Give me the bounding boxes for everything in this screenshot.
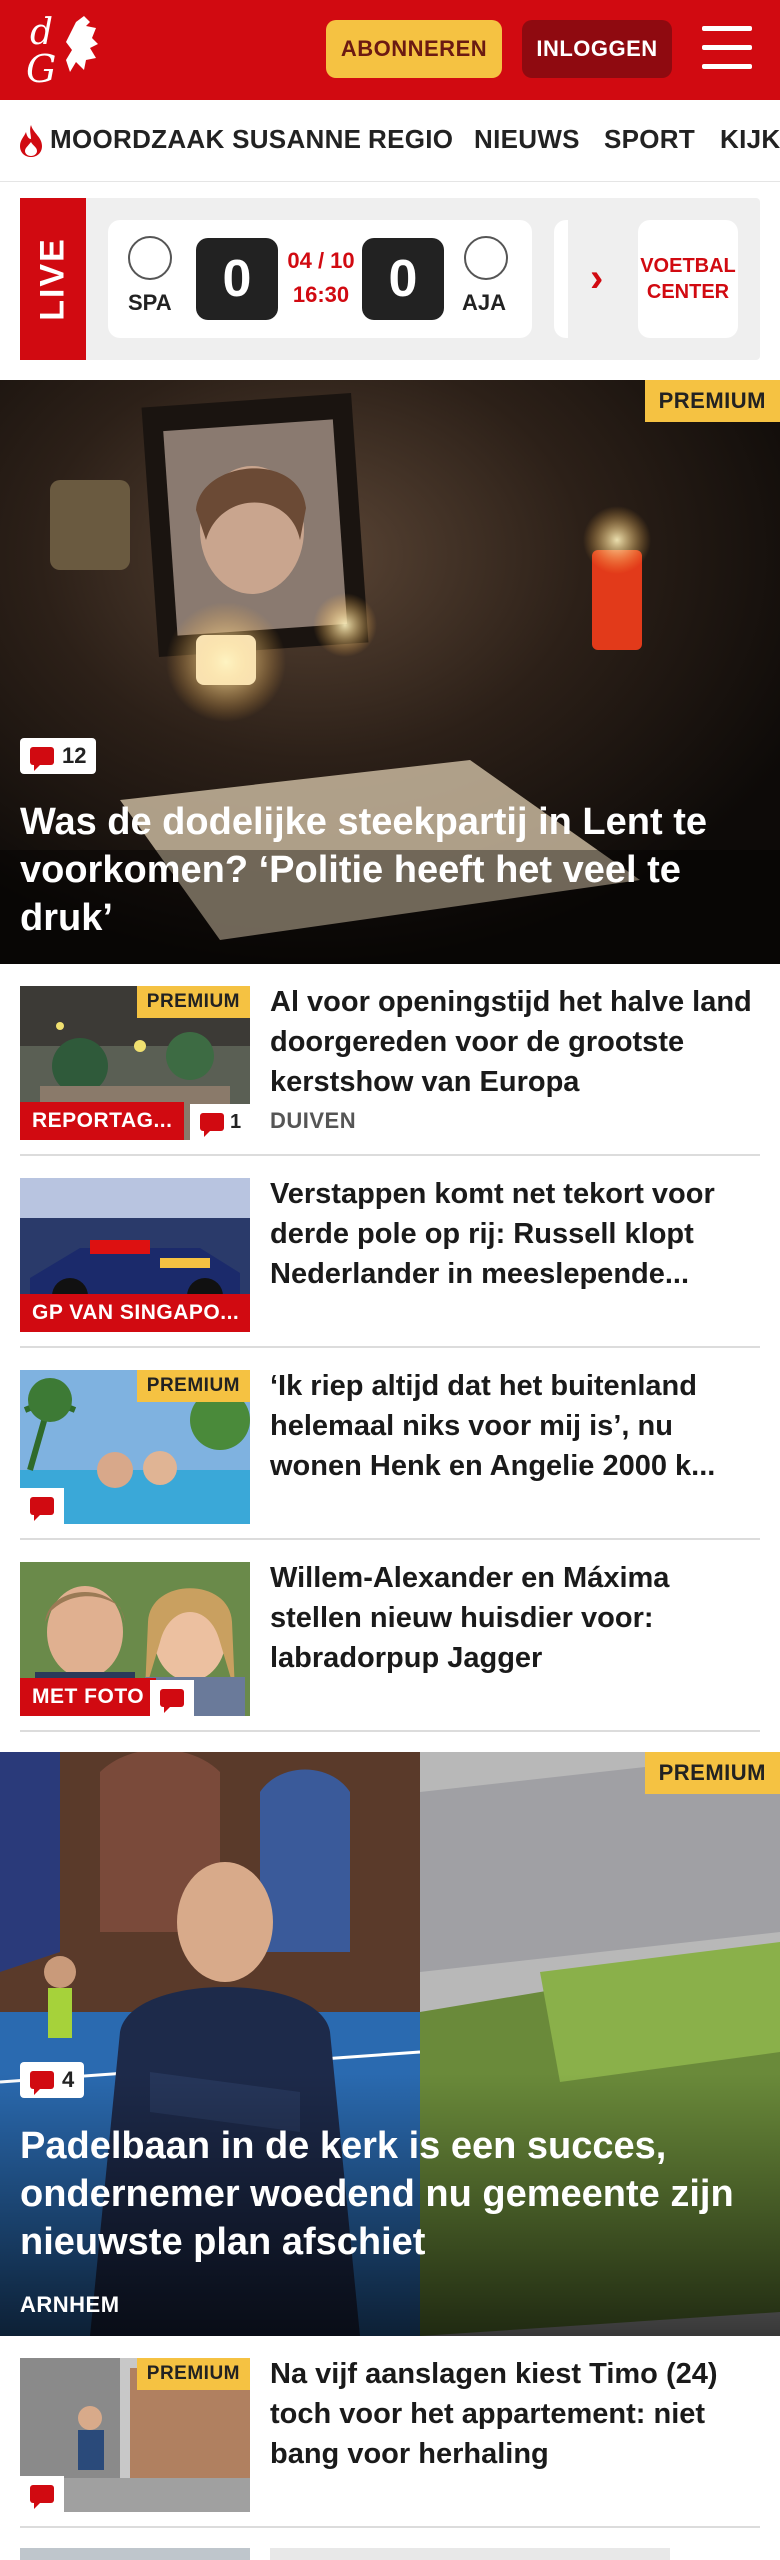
login-button[interactable]: INLOGGEN — [522, 20, 672, 78]
nav-item-kijk[interactable]: KIJK — [720, 124, 780, 155]
nav-item-regio[interactable]: REGIO — [368, 124, 453, 155]
match-card[interactable]: SPA 0 04 / 10 16:30 0 AJA — [108, 220, 532, 338]
subscribe-button[interactable]: ABONNEREN — [326, 20, 502, 78]
comment-icon-badge[interactable] — [20, 2476, 64, 2512]
home-team-logo-icon — [128, 236, 172, 280]
list-item[interactable]: PREMIUM ‘Ik riep altijd dat het buitenla… — [20, 1364, 760, 1540]
hero-location: ARNHEM — [20, 2292, 120, 2317]
section-nav: MOORDZAAK SUSANNE REGIO NIEUWS SPORT KIJ… — [0, 100, 780, 182]
comment-count-badge[interactable]: 4 — [20, 2062, 85, 2098]
article-location: DUIVEN — [270, 1108, 357, 1133]
list-item[interactable]: PREMIUM Na vijf aanslagen kiest Timo (24… — [20, 2352, 760, 2528]
hero-title[interactable]: Padelbaan in de kerk is een succes, onde… — [20, 2122, 760, 2266]
comment-count-badge[interactable]: 12 — [20, 738, 97, 774]
comment-icon — [30, 747, 54, 771]
nav-item-nieuws[interactable]: NIEUWS — [474, 124, 580, 155]
match-date: 04 / 10 — [287, 248, 355, 273]
comment-count: 12 — [62, 743, 87, 768]
comment-count: 4 — [62, 2067, 75, 2092]
article-thumbnail-partial — [20, 2548, 250, 2560]
article-title[interactable]: Al voor openingstijd het halve land door… — [270, 982, 760, 1102]
nav-item-sport[interactable]: SPORT — [604, 124, 695, 155]
comment-icon — [30, 2485, 54, 2509]
match-time: 16:30 — [292, 282, 350, 307]
svg-text:G: G — [26, 47, 56, 90]
premium-badge: PREMIUM — [136, 1370, 250, 1402]
premium-badge: PREMIUM — [644, 380, 780, 422]
premium-badge: PREMIUM — [136, 986, 250, 1018]
hero-article-2[interactable]: PREMIUM 4 Padelbaan in de kerk is een su… — [0, 1752, 780, 2336]
chevron-right-icon[interactable]: › — [590, 256, 603, 301]
comment-icon-badge[interactable] — [20, 1488, 64, 1524]
premium-badge: PREMIUM — [644, 1752, 780, 1794]
article-thumbnail: PREMIUM REPORTAG... 1 — [20, 986, 250, 1140]
home-score: 0 — [196, 238, 278, 320]
live-tag: LIVE — [20, 198, 86, 360]
article-title[interactable]: Willem-Alexander en Máxima stellen nieuw… — [270, 1558, 760, 1678]
site-header: d G ABONNEREN INLOGGEN — [0, 0, 780, 100]
category-label: MET FOTO — [20, 1678, 157, 1716]
away-team-logo-icon — [464, 236, 508, 280]
live-scores-bar: LIVE SPA 0 04 / 10 16:30 0 AJA › VOETBAL… — [20, 198, 760, 360]
category-label: GP VAN SINGAPO... — [20, 1294, 250, 1332]
article-title[interactable]: Verstappen komt net tekort voor derde po… — [270, 1174, 760, 1294]
nav-item-moordzaak-susanne[interactable]: MOORDZAAK SUSANNE — [50, 124, 361, 155]
article-thumbnail: PREMIUM — [20, 2358, 250, 2512]
article-thumbnail: MET FOTO — [20, 1562, 250, 1716]
comment-icon — [30, 2071, 54, 2095]
home-team-name: SPA — [128, 290, 172, 315]
category-label: REPORTAG... — [20, 1102, 185, 1140]
article-thumbnail: PREMIUM — [20, 1370, 250, 1524]
comment-icon — [160, 1689, 184, 1713]
away-score: 0 — [362, 238, 444, 320]
away-team-name: AJA — [462, 290, 507, 315]
voetbal-center-button[interactable]: VOETBAL CENTER — [638, 220, 738, 338]
next-match-card[interactable] — [554, 220, 568, 338]
logo-icon[interactable]: d G — [24, 10, 114, 90]
article-title[interactable]: Na vijf aanslagen kiest Timo (24) toch v… — [270, 2354, 760, 2474]
list-item[interactable]: GP VAN SINGAPO... Verstappen komt net te… — [20, 1172, 760, 1348]
comment-icon — [30, 1497, 54, 1521]
menu-icon[interactable] — [702, 26, 752, 70]
flame-icon — [20, 125, 42, 157]
article-title[interactable]: ‘Ik riep altijd dat het buitenland helem… — [270, 1366, 760, 1486]
hero-article-1[interactable]: PREMIUM 12 Was de dodelijke steekpartij … — [0, 380, 780, 964]
comment-count: 1 — [230, 1110, 242, 1133]
comment-icon-badge[interactable] — [150, 1680, 194, 1716]
hero-title[interactable]: Was de dodelijke steekpartij in Lent te … — [20, 798, 770, 942]
premium-badge: PREMIUM — [136, 2358, 250, 2390]
comment-count-badge[interactable]: 1 — [190, 1104, 250, 1140]
article-title-partial — [270, 2548, 670, 2560]
article-thumbnail: GP VAN SINGAPO... — [20, 1178, 250, 1332]
list-item[interactable]: PREMIUM REPORTAG... 1 Al voor openingsti… — [20, 980, 760, 1156]
comment-icon — [200, 1113, 224, 1137]
list-item[interactable]: MET FOTO Willem-Alexander en Máxima stel… — [20, 1556, 760, 1732]
